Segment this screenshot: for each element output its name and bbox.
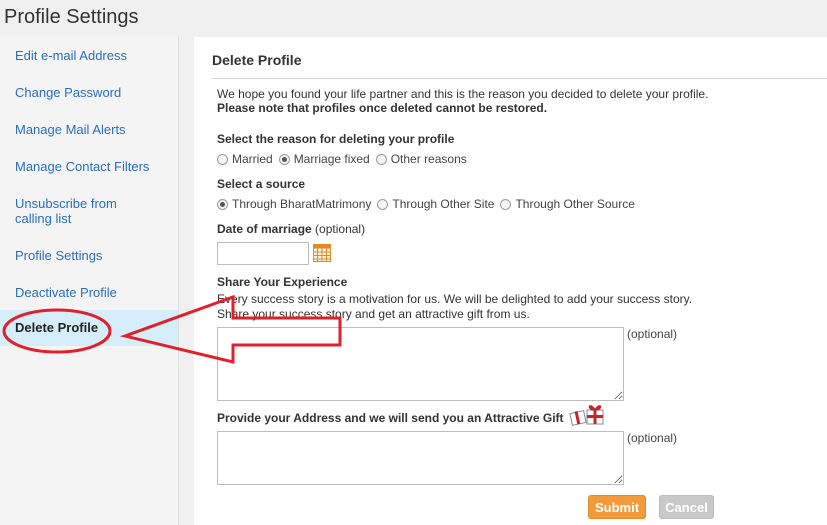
source-label: Select a source: [217, 177, 306, 191]
experience-optional: (optional): [627, 327, 678, 341]
source-radio-group: Through BharatMatrimony Through Other Si…: [217, 197, 641, 211]
address-label: Provide your Address and we will send yo…: [217, 411, 564, 425]
experience-label: Share Your Experience: [217, 275, 348, 289]
delete-profile-panel: Delete Profile We hope you found your li…: [194, 37, 827, 525]
reason-other-option[interactable]: Other reasons: [375, 152, 467, 166]
reason-label: Select the reason for deleting your prof…: [217, 132, 455, 146]
page-title: Profile Settings: [4, 6, 139, 28]
panel-title: Delete Profile: [212, 52, 302, 68]
address-optional: (optional): [627, 431, 678, 445]
sidebar-item-delete-profile[interactable]: Delete Profile: [0, 310, 178, 346]
sidebar-item-unsubscribe[interactable]: Unsubscribe from calling list: [15, 196, 135, 226]
submit-button[interactable]: Submit: [588, 495, 646, 519]
sidebar-item-change-password[interactable]: Change Password: [15, 85, 121, 100]
sidebar-item-label: Delete Profile: [15, 320, 99, 335]
cancel-button[interactable]: Cancel: [659, 495, 714, 519]
radio-bharatmatrimony[interactable]: [217, 198, 228, 210]
source-other-site-option[interactable]: Through Other Site: [377, 197, 494, 211]
source-other-source-option[interactable]: Through Other Source: [500, 197, 635, 211]
reason-married-option[interactable]: Married: [217, 152, 273, 166]
reason-marriage-fixed-option[interactable]: Marriage fixed: [278, 152, 370, 166]
experience-text-1: Every success story is a motivation for …: [217, 292, 693, 306]
address-textarea[interactable]: [217, 431, 624, 485]
sidebar-item-edit-email[interactable]: Edit e-mail Address: [15, 48, 127, 63]
sidebar-item-contact-filters[interactable]: Manage Contact Filters: [15, 159, 149, 174]
sidebar-item-mail-alerts[interactable]: Manage Mail Alerts: [15, 122, 126, 137]
radio-other-site[interactable]: [377, 198, 389, 210]
experience-text-2: Share your success story and get an attr…: [217, 307, 530, 321]
sidebar-item-deactivate-profile[interactable]: Deactivate Profile: [15, 285, 117, 300]
intro-text: We hope you found your life partner and …: [217, 87, 709, 101]
calendar-icon[interactable]: [313, 244, 331, 262]
experience-textarea[interactable]: [217, 327, 624, 401]
radio-marriage-fixed[interactable]: [278, 153, 290, 165]
radio-married[interactable]: [217, 153, 228, 165]
gift-icon: [569, 405, 604, 426]
radio-other-source[interactable]: [500, 198, 512, 210]
marriage-date-label: Date of marriage (optional): [217, 222, 366, 236]
sidebar-item-profile-settings[interactable]: Profile Settings: [15, 248, 102, 263]
source-bharatmatrimony-option[interactable]: Through BharatMatrimony: [217, 197, 371, 211]
sidebar: Edit e-mail Address Change Password Mana…: [0, 36, 179, 525]
divider: [212, 78, 827, 79]
reason-radio-group: Married Marriage fixed Other reasons: [217, 152, 473, 166]
marriage-date-input[interactable]: [217, 242, 309, 265]
radio-other-reasons[interactable]: [375, 153, 387, 165]
warning-text: Please note that profiles once deleted c…: [217, 101, 548, 115]
